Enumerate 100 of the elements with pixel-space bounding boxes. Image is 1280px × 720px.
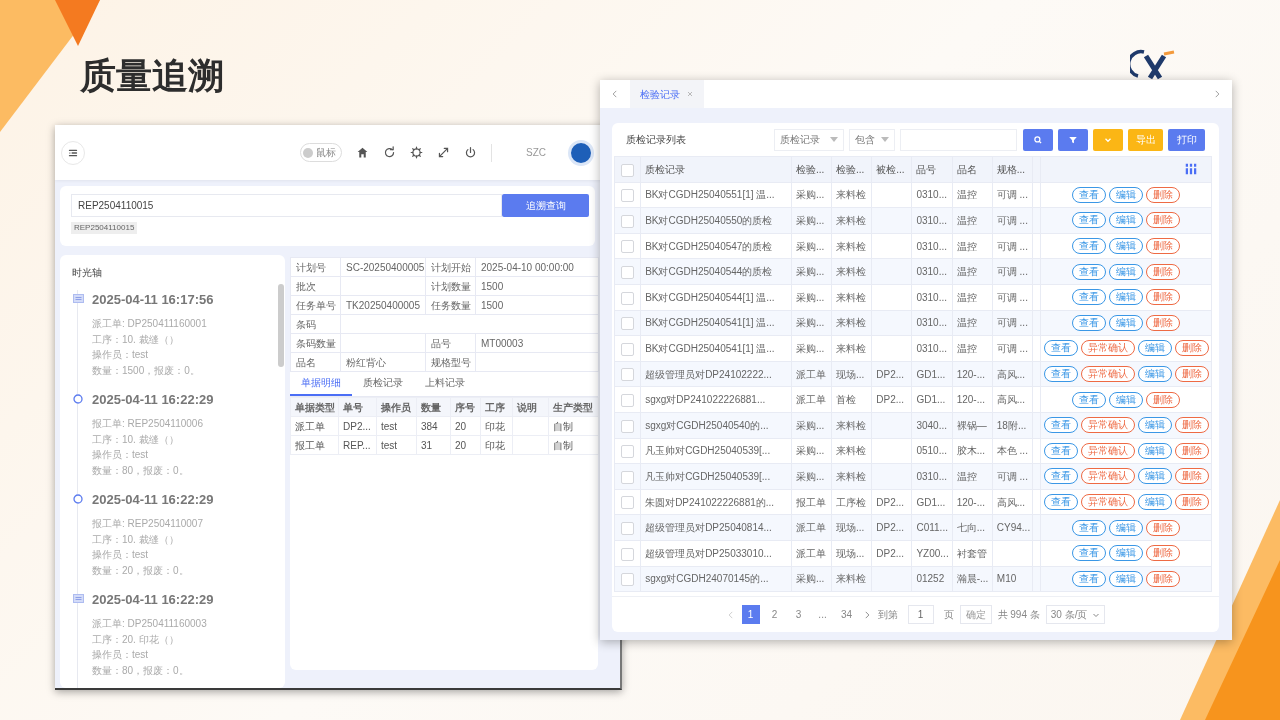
row-checkbox[interactable] [621, 240, 635, 254]
row-checkbox[interactable] [621, 573, 635, 587]
search-tag[interactable]: REP2504110015 [71, 222, 138, 234]
edit-button[interactable]: 编辑 [1109, 519, 1143, 536]
delete-button[interactable]: 删除 [1146, 263, 1180, 280]
operator-select[interactable]: 包含 [849, 128, 895, 151]
search-field[interactable]: REP2504110015 [71, 194, 502, 217]
edit-button[interactable]: 编辑 [1137, 417, 1172, 434]
column-header[interactable]: 检验... [791, 156, 832, 183]
home-icon[interactable] [356, 146, 369, 159]
confirm-button[interactable]: 异常确认 [1080, 494, 1135, 510]
delete-button[interactable]: 删除 [1146, 212, 1180, 229]
view-button[interactable]: 查看 [1072, 391, 1106, 408]
avatar-icon[interactable] [568, 139, 594, 166]
column-header[interactable]: 规格... [992, 156, 1033, 183]
row-checkbox[interactable] [621, 291, 635, 305]
edit-button[interactable]: 编辑 [1109, 289, 1143, 306]
row-checkbox[interactable] [621, 266, 635, 280]
edit-button[interactable]: 编辑 [1109, 391, 1143, 408]
delete-button[interactable]: 删除 [1146, 570, 1180, 587]
close-icon[interactable] [686, 90, 694, 98]
refresh-icon[interactable] [383, 146, 396, 159]
delete-button[interactable]: 删除 [1174, 468, 1209, 485]
edit-button[interactable]: 编辑 [1109, 570, 1143, 587]
trace-button[interactable]: 追溯查询 [502, 194, 589, 217]
edit-button[interactable]: 编辑 [1137, 340, 1172, 357]
delete-button[interactable]: 删除 [1146, 186, 1180, 203]
row-checkbox[interactable] [621, 394, 635, 407]
column-header[interactable]: 数量 [416, 397, 451, 417]
delete-button[interactable]: 删除 [1174, 417, 1209, 434]
confirm-button[interactable]: 确定 [959, 605, 992, 624]
tab[interactable]: 质检记录 [352, 372, 414, 396]
page-field[interactable]: 1 [907, 605, 934, 624]
page-button[interactable]: 1 [741, 605, 760, 624]
row-checkbox[interactable] [621, 214, 635, 228]
column-header[interactable]: 生产类型 [548, 397, 599, 417]
column-header[interactable]: 被检... [871, 156, 912, 183]
column-header[interactable]: 单号 [338, 397, 377, 417]
view-button[interactable]: 查看 [1043, 417, 1078, 434]
column-header[interactable]: 序号 [450, 397, 481, 417]
column-header[interactable]: 操作员 [376, 397, 417, 417]
edit-button[interactable]: 编辑 [1109, 545, 1143, 562]
view-button[interactable]: 查看 [1072, 238, 1106, 255]
print-button[interactable]: 打印 [1168, 128, 1205, 151]
column-header[interactable]: 说明 [512, 397, 549, 417]
delete-button[interactable]: 删除 [1146, 545, 1180, 562]
view-button[interactable]: 查看 [1072, 289, 1106, 306]
delete-button[interactable]: 删除 [1146, 238, 1180, 255]
edit-button[interactable]: 编辑 [1109, 263, 1143, 280]
column-header[interactable]: 品号 [911, 156, 953, 183]
view-button[interactable]: 查看 [1072, 545, 1106, 562]
edit-button[interactable]: 编辑 [1109, 186, 1143, 203]
confirm-button[interactable]: 异常确认 [1080, 417, 1135, 434]
row-checkbox[interactable] [621, 445, 635, 459]
confirm-button[interactable]: 异常确认 [1080, 468, 1135, 485]
confirm-button[interactable]: 异常确认 [1080, 442, 1135, 459]
edit-button[interactable]: 编辑 [1137, 494, 1172, 510]
edit-button[interactable]: 编辑 [1137, 468, 1172, 485]
view-button[interactable]: 查看 [1043, 468, 1078, 485]
page-size-select[interactable]: 30 条/页 [1045, 605, 1106, 624]
columns-icon[interactable] [1185, 163, 1197, 176]
column-header[interactable]: 单据类型 [290, 397, 339, 417]
delete-button[interactable]: 删除 [1146, 314, 1180, 331]
delete-button[interactable]: 删除 [1174, 494, 1209, 510]
view-button[interactable]: 查看 [1072, 519, 1106, 536]
tab[interactable]: 上料记录 [414, 372, 476, 396]
delete-button[interactable]: 删除 [1146, 391, 1180, 408]
edit-button[interactable]: 编辑 [1109, 314, 1143, 331]
edit-button[interactable]: 编辑 [1109, 212, 1143, 229]
view-button[interactable]: 查看 [1043, 494, 1078, 510]
column-header[interactable]: 检验... [831, 156, 872, 183]
export-button[interactable]: 导出 [1128, 128, 1163, 151]
menu-button[interactable] [61, 140, 85, 165]
edit-button[interactable]: 编辑 [1137, 366, 1172, 383]
column-header[interactable]: 品名 [952, 156, 993, 183]
mouse-toggle[interactable]: 鼠标 [300, 143, 342, 162]
edit-button[interactable]: 编辑 [1137, 442, 1172, 459]
view-button[interactable]: 查看 [1043, 366, 1078, 383]
edit-button[interactable]: 编辑 [1109, 238, 1143, 255]
settings-icon[interactable] [410, 146, 423, 159]
page-tab[interactable]: 检验记录 [630, 80, 704, 108]
view-button[interactable]: 查看 [1072, 314, 1106, 331]
column-header[interactable]: 质检记录 [640, 156, 792, 183]
power-icon[interactable] [464, 146, 477, 159]
view-button[interactable]: 查看 [1043, 442, 1078, 459]
search-button[interactable] [1023, 128, 1053, 151]
confirm-button[interactable]: 异常确认 [1080, 366, 1135, 383]
view-button[interactable]: 查看 [1072, 263, 1106, 280]
confirm-button[interactable]: 异常确认 [1080, 340, 1135, 357]
row-checkbox[interactable] [621, 317, 635, 331]
field-select[interactable]: 质检记录 [774, 128, 844, 151]
row-checkbox[interactable] [621, 419, 635, 433]
delete-button[interactable]: 删除 [1174, 366, 1209, 383]
view-button[interactable]: 查看 [1072, 570, 1106, 587]
delete-button[interactable]: 删除 [1146, 289, 1180, 306]
column-header[interactable]: 工序 [480, 397, 513, 417]
row-checkbox[interactable] [621, 547, 635, 561]
view-button[interactable]: 查看 [1072, 186, 1106, 203]
delete-button[interactable]: 删除 [1146, 519, 1180, 536]
expand-button[interactable] [1093, 128, 1123, 151]
